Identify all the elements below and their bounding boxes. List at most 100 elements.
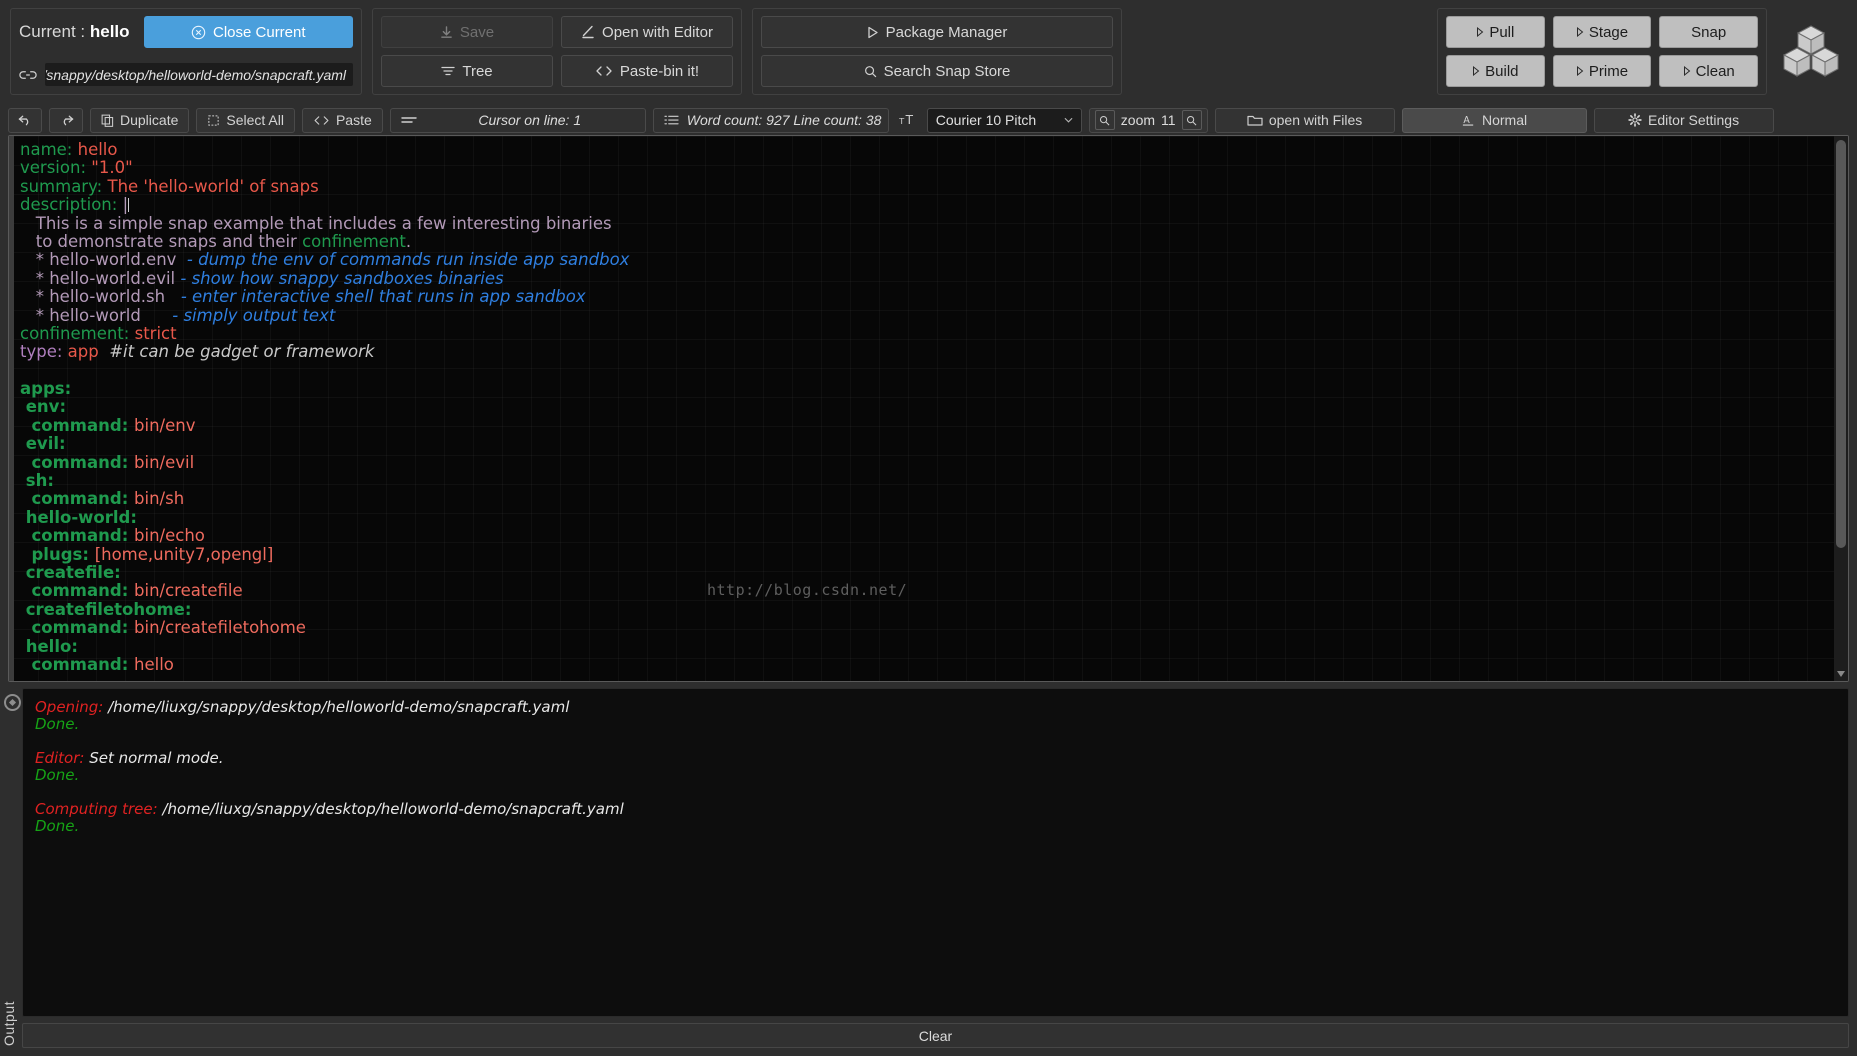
code-line: type: app #it can be gadget or framework — [20, 343, 1848, 361]
editor-settings-button[interactable]: Editor Settings — [1593, 107, 1774, 133]
output-line: Editor: Set normal mode. — [35, 750, 1836, 767]
tree-icon — [441, 65, 455, 77]
stage-button[interactable]: Stage — [1552, 16, 1652, 48]
play-small-icon — [1576, 66, 1584, 76]
code-token: : — [59, 397, 67, 417]
build-button[interactable]: Build — [1446, 55, 1545, 87]
code-token: : — [82, 544, 95, 564]
current-file-label: Current : hello — [19, 22, 130, 42]
code-token: bin/env — [134, 415, 196, 435]
output-line: Done. — [35, 818, 1836, 835]
code-line: * hello-world - simply output text — [20, 306, 1848, 325]
cursor-line-value: 1 — [573, 112, 582, 128]
code-line: This is a simple snap example that inclu… — [20, 213, 1848, 233]
output-console[interactable]: Opening: /home/liuxg/snappy/desktop/hell… — [22, 688, 1849, 1017]
select-all-button[interactable]: Select All — [196, 107, 295, 133]
redo-button[interactable] — [49, 107, 83, 133]
zoom-in-button[interactable] — [1181, 110, 1202, 130]
package-manager-button[interactable]: Package Manager — [761, 16, 1113, 48]
code-line: plugs: [home,unity7,opengl] — [20, 544, 1848, 564]
code-token: * hello-world.evil — [20, 268, 181, 288]
zoom-label: zoom — [1120, 112, 1156, 128]
prime-button[interactable]: Prime — [1552, 55, 1652, 87]
code-line: sh: — [20, 471, 1848, 491]
code-token: sh — [20, 471, 48, 491]
undo-button[interactable] — [8, 107, 42, 133]
collapse-icon[interactable] — [4, 694, 21, 711]
code-editor[interactable]: name: hello version: "1.0" summary: The 'h… — [8, 135, 1849, 682]
code-token: command — [20, 618, 122, 638]
watermark-text: http://blog.csdn.net/ — [707, 581, 908, 599]
code-token: hello — [134, 654, 174, 674]
font-select[interactable]: Courier 10 Pitch — [926, 107, 1082, 133]
folder-icon — [1247, 114, 1263, 127]
code-line: hello: — [20, 637, 1848, 656]
svg-text:T: T — [899, 116, 905, 126]
gear-icon — [1628, 113, 1642, 127]
code-token: apps — [20, 379, 65, 399]
code-token: - show how snappy sandboxes binaries — [180, 268, 504, 288]
code-line: command: bin/createfile — [20, 582, 1848, 600]
code-token: This is a simple snap example that inclu… — [20, 213, 612, 233]
file-path-input[interactable]: iuxg/snappy/desktop/helloworld-demo/snap… — [45, 63, 353, 86]
code-token: : — [121, 452, 135, 472]
code-token: The 'hello-world' of snaps — [107, 176, 319, 196]
pull-button[interactable]: Pull — [1446, 16, 1545, 48]
code-token: : — [123, 323, 135, 343]
duplicate-button[interactable]: Duplicate — [90, 107, 190, 133]
editor-mode-button[interactable]: A Normal — [1401, 107, 1587, 133]
paste-bin-button[interactable]: Paste-bin it! — [561, 55, 733, 87]
editor-scrollbar[interactable] — [1834, 136, 1848, 681]
code-token: evil — [20, 434, 60, 454]
code-line: command: bin/createfiletohome — [20, 618, 1848, 638]
align-lines-icon — [401, 115, 417, 126]
svg-text:A: A — [1463, 115, 1470, 126]
output-token: Editor: — [35, 749, 90, 767]
code-token: description — [20, 195, 112, 215]
prime-label: Prime — [1588, 62, 1629, 80]
output-token: /home/liuxg/snappy/desktop/helloworld-de… — [162, 800, 624, 818]
code-token: env — [20, 397, 60, 417]
editor-code-content[interactable]: name: hello version: "1.0" summary: The 'h… — [14, 136, 1848, 681]
output-line: Computing tree: /home/liuxg/snappy/deskt… — [35, 801, 1836, 818]
code-line: evil: — [20, 435, 1848, 453]
tree-button[interactable]: Tree — [381, 55, 553, 87]
paste-button[interactable]: Paste — [301, 107, 383, 133]
code-token: : — [80, 158, 92, 178]
clear-button[interactable]: Clear — [22, 1023, 1849, 1048]
open-with-editor-button[interactable]: Open with Editor — [561, 16, 733, 48]
list-icon — [664, 114, 679, 126]
clean-label: Clean — [1695, 62, 1735, 80]
code-token: : — [59, 434, 66, 454]
scroll-down-icon[interactable] — [1837, 671, 1845, 677]
snap-button[interactable]: Snap — [1659, 16, 1759, 48]
code-token: : — [121, 526, 135, 546]
output-token: Set normal mode. — [89, 749, 224, 767]
close-current-button[interactable]: Close Current — [143, 16, 353, 48]
clean-button[interactable]: Clean — [1659, 55, 1759, 87]
play-small-icon — [1476, 27, 1484, 37]
select-all-icon — [207, 114, 220, 127]
editor-toolbar: Duplicate Select All Paste Cursor on lin… — [0, 105, 1857, 135]
font-size-icon-button[interactable]: TT — [896, 108, 920, 133]
save-button[interactable]: Save — [381, 16, 553, 48]
open-with-files-button[interactable]: open with Files — [1214, 107, 1395, 133]
current-file-name: hello — [89, 22, 130, 41]
search-snap-store-button[interactable]: Search Snap Store — [761, 55, 1113, 87]
editor-scrollbar-thumb[interactable] — [1836, 140, 1846, 548]
paste-label: Paste — [335, 112, 372, 128]
pencil-icon — [581, 25, 595, 39]
output-main: Opening: /home/liuxg/snappy/desktop/hell… — [22, 688, 1849, 1048]
redo-icon — [59, 114, 74, 126]
output-token: Computing tree: — [35, 800, 163, 818]
output-sidebar: Output — [0, 688, 22, 1048]
code-token: command — [20, 581, 122, 601]
output-line: Opening: /home/liuxg/snappy/desktop/hell… — [35, 699, 1836, 716]
current-file-group: Current : hello Close Current iuxg/snapp… — [10, 8, 362, 95]
snap-cubes-logo — [1783, 22, 1839, 78]
zoom-out-button[interactable] — [1094, 110, 1115, 130]
file-actions-row-1: Save Open with Editor — [381, 16, 733, 48]
